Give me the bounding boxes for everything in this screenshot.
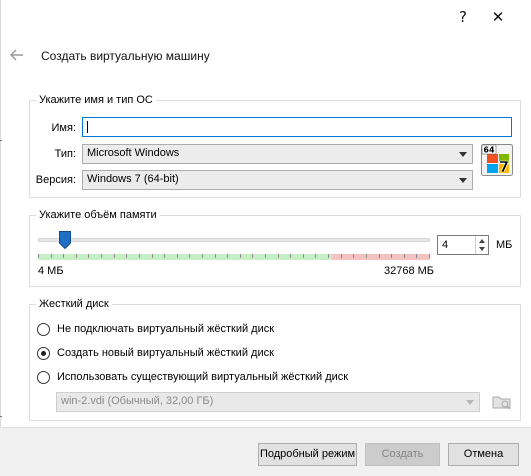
name-label: Имя: — [51, 122, 76, 134]
memory-slider-track[interactable] — [38, 238, 430, 242]
radio-create-disk[interactable] — [37, 347, 50, 360]
memory-group-title: Укажите объём памяти — [39, 209, 157, 221]
memory-safe-zone — [38, 254, 332, 260]
memory-unit: МБ — [496, 239, 513, 251]
chevron-down-icon — [466, 400, 474, 405]
cancel-button[interactable]: Отмена — [448, 443, 519, 466]
memory-spin-buttons[interactable] — [475, 236, 488, 254]
memory-min-label: 4 МБ — [38, 265, 64, 277]
windows-7-64-icon: 64 7 — [481, 144, 513, 176]
chevron-down-icon — [459, 178, 467, 183]
name-input[interactable] — [82, 117, 512, 137]
existing-disk-value: win-2.vdi (Обычный, 32,00 ГБ) — [61, 395, 214, 407]
page-title: Создать виртуальную машину — [41, 49, 210, 63]
text-caret — [87, 121, 88, 133]
chevron-down-icon — [459, 152, 467, 157]
version-label: Версия: — [35, 174, 76, 186]
window-edge-tick — [0, 140, 2, 141]
close-button[interactable]: ✕ — [488, 8, 508, 26]
radio-existing-disk[interactable] — [37, 371, 50, 384]
window-left-edge — [0, 0, 1, 476]
name-type-group-title: Укажите имя и тип ОС — [39, 94, 153, 106]
existing-disk-select[interactable]: win-2.vdi (Обычный, 32,00 ГБ) — [56, 392, 480, 412]
memory-scale-bar — [38, 251, 430, 260]
radio-existing-disk-label[interactable]: Использовать существующий виртуальный жё… — [57, 371, 348, 383]
window-edge-tick — [0, 416, 2, 417]
version-select[interactable]: Windows 7 (64-bit) — [82, 170, 473, 190]
radio-create-disk-label[interactable]: Создать новый виртуальный жёсткий диск — [57, 347, 274, 359]
os-icon-badge: 64 — [483, 146, 495, 155]
memory-max-label: 32768 МБ — [384, 265, 435, 277]
back-arrow-icon[interactable] — [7, 47, 27, 63]
type-select-value: Microsoft Windows — [87, 147, 180, 159]
create-button[interactable]: Создать — [365, 443, 440, 466]
folder-icon[interactable] — [491, 392, 513, 412]
spin-up-icon[interactable] — [479, 239, 485, 243]
memory-slider-handle[interactable] — [59, 231, 72, 250]
radio-no-disk-label[interactable]: Не подключать виртуальный жёсткий диск — [57, 323, 274, 335]
version-select-value: Windows 7 (64-bit) — [87, 173, 179, 185]
disk-group-title: Жесткий диск — [39, 298, 109, 310]
help-button[interactable]: ? — [453, 8, 473, 26]
type-select[interactable]: Microsoft Windows — [82, 144, 473, 164]
type-label: Тип: — [54, 148, 76, 160]
radio-no-disk[interactable] — [37, 323, 50, 336]
memory-value: 4 — [442, 239, 449, 251]
memory-unsafe-zone — [332, 254, 430, 260]
expert-mode-button[interactable]: Подробный режим — [258, 443, 357, 466]
spin-down-icon[interactable] — [479, 247, 485, 251]
os-icon-digit: 7 — [499, 158, 509, 176]
memory-spinbox[interactable]: 4 — [437, 235, 489, 255]
